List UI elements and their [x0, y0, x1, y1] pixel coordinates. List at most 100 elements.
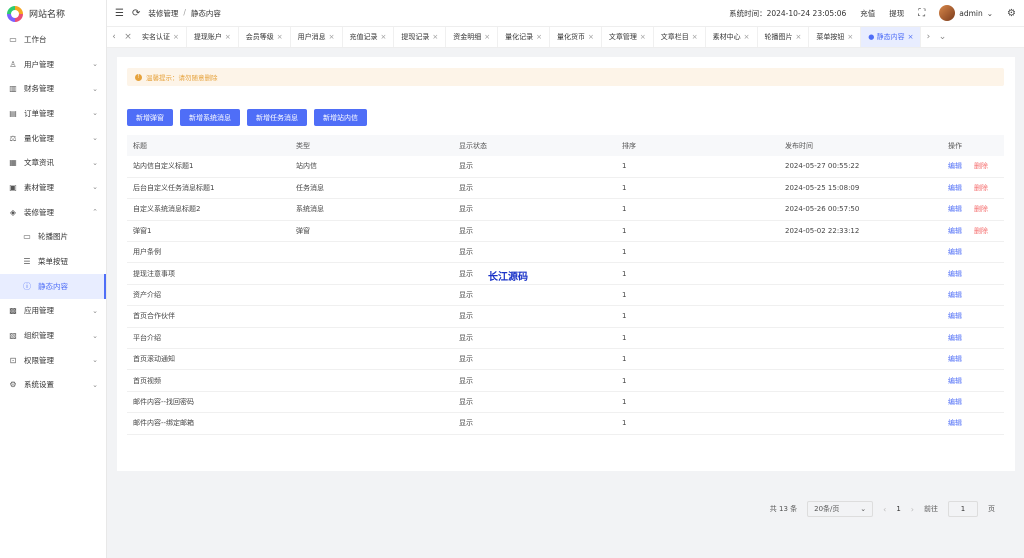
tab-item[interactable]: 实名认证 ×	[135, 27, 187, 47]
sidebar-item[interactable]: ⚖ 量化管理 ⌄	[0, 126, 106, 151]
edit-button[interactable]: 编辑	[948, 270, 962, 278]
tab-item[interactable]: 提现记录 ×	[394, 27, 447, 47]
add-system-message-button[interactable]: 新增系统消息	[180, 109, 240, 126]
cell-actions: 编辑	[942, 391, 1004, 414]
sidebar-item[interactable]: ▦ 文章资讯 ⌄	[0, 150, 106, 175]
close-icon[interactable]: ×	[432, 33, 438, 41]
next-page-icon[interactable]: ›	[911, 505, 914, 514]
sidebar-item[interactable]: ⓘ 静态内容	[0, 273, 106, 299]
edit-button[interactable]: 编辑	[948, 205, 962, 213]
tab-prev-icon[interactable]: ‹	[107, 32, 121, 42]
edit-button[interactable]: 编辑	[948, 355, 962, 363]
edit-button[interactable]: 编辑	[948, 334, 962, 342]
close-icon[interactable]: ×	[173, 33, 179, 41]
sidebar-item[interactable]: ▩ 应用管理 ⌄	[0, 299, 106, 324]
sidebar-item[interactable]: ▭ 轮播图片	[0, 225, 106, 250]
sidebar-item-label: 权限管理	[24, 355, 54, 365]
delete-button[interactable]: 删除	[974, 227, 988, 235]
menu-toggle-icon[interactable]: ☰	[115, 8, 124, 19]
tab-item[interactable]: 菜单按钮 ×	[809, 27, 862, 47]
sidebar-item[interactable]: ▭ 工作台	[0, 27, 106, 52]
page-size-value: 20条/页	[814, 505, 840, 513]
close-icon[interactable]: ×	[484, 33, 490, 41]
edit-button[interactable]: 编辑	[948, 398, 962, 406]
breadcrumb-item[interactable]: 装修管理	[148, 8, 178, 19]
close-icon[interactable]: ×	[536, 33, 542, 41]
edit-button[interactable]: 编辑	[948, 377, 962, 385]
sidebar-item[interactable]: ⚙ 系统设置 ⌄	[0, 373, 106, 398]
sidebar-item[interactable]: ☰ 菜单按钮	[0, 249, 106, 274]
delete-button[interactable]: 删除	[974, 184, 988, 192]
tab-item[interactable]: 量化货币 ×	[550, 27, 602, 47]
cell-actions: 编辑	[942, 262, 1004, 285]
close-icon[interactable]: ×	[329, 33, 335, 41]
close-icon[interactable]: ×	[640, 33, 646, 41]
close-icon[interactable]: ×	[277, 33, 283, 41]
cell-actions: 编辑	[942, 305, 1004, 328]
close-icon[interactable]: ×	[381, 33, 387, 41]
edit-button[interactable]: 编辑	[948, 162, 962, 170]
tab-item[interactable]: 文章管理 ×	[602, 27, 654, 47]
sidebar-item[interactable]: ⊡ 权限管理 ⌄	[0, 348, 106, 373]
org-icon: ▧	[9, 331, 17, 341]
delete-button[interactable]: 删除	[974, 205, 988, 213]
tab-item[interactable]: 量化记录 ×	[498, 27, 550, 47]
cell-actions: 编辑	[942, 348, 1004, 371]
sidebar-item-label: 系统设置	[24, 380, 54, 390]
tab-item[interactable]: 轮播图片 ×	[758, 27, 810, 47]
tab-next-icon[interactable]: ›	[921, 32, 935, 42]
sidebar-item[interactable]: ♙ 用户管理 ⌄	[0, 52, 106, 77]
sidebar-item-label: 订单管理	[24, 108, 54, 118]
close-icon[interactable]: ×	[588, 33, 594, 41]
sidebar-item[interactable]: ▧ 组织管理 ⌄	[0, 323, 106, 348]
user-menu[interactable]: admin ⌄	[939, 5, 993, 21]
sidebar-item[interactable]: ▥ 财务管理 ⌄	[0, 76, 106, 101]
sidebar-item[interactable]: ◈ 装修管理 ⌃	[0, 200, 106, 225]
delete-button[interactable]: 删除	[974, 162, 988, 170]
breadcrumb: 装修管理 / 静态内容	[148, 8, 221, 19]
sidebar-item[interactable]: ▣ 素材管理 ⌄	[0, 175, 106, 200]
info-icon: ⓘ	[23, 281, 31, 291]
edit-button[interactable]: 编辑	[948, 312, 962, 320]
close-icon[interactable]: ×	[225, 33, 231, 41]
withdraw-link[interactable]: 提现	[889, 8, 904, 19]
close-icon[interactable]: ×	[908, 33, 914, 41]
tab-item[interactable]: 用户消息 ×	[291, 27, 343, 47]
tab-item[interactable]: 素材中心 ×	[706, 27, 758, 47]
cell-status: 显示	[453, 391, 616, 414]
refresh-icon[interactable]: ⟳	[132, 8, 140, 19]
prev-page-icon[interactable]: ‹	[883, 505, 886, 514]
add-popup-button[interactable]: 新增弹窗	[127, 109, 173, 126]
tab-item[interactable]: 会员等级 ×	[239, 27, 291, 47]
site-logo[interactable]: 网站名称	[0, 0, 106, 27]
tab-item[interactable]: 资金明细 ×	[446, 27, 499, 47]
gear-icon[interactable]: ⚙	[1007, 8, 1016, 19]
fullscreen-icon[interactable]: ⛶	[918, 8, 925, 19]
add-task-message-button[interactable]: 新增任务消息	[247, 109, 307, 126]
add-site-message-button[interactable]: 新增站内信	[314, 109, 367, 126]
close-icon[interactable]: ×	[847, 33, 853, 41]
edit-button[interactable]: 编辑	[948, 291, 962, 299]
tab-item[interactable]: 提现账户 ×	[187, 27, 239, 47]
tab-item[interactable]: 文章栏目 ×	[654, 27, 706, 47]
close-icon[interactable]: ×	[744, 33, 750, 41]
close-icon[interactable]: ×	[692, 33, 698, 41]
recharge-link[interactable]: 充值	[860, 8, 875, 19]
cell-sort: 1	[616, 391, 779, 414]
edit-button[interactable]: 编辑	[948, 419, 962, 427]
sidebar-item[interactable]: ▤ 订单管理 ⌄	[0, 101, 106, 126]
page-size-select[interactable]: 20条/页 ⌄	[807, 501, 874, 517]
app-icon: ▩	[9, 306, 17, 316]
chevron-down-icon: ⌄	[92, 331, 98, 340]
tab-item[interactable]: 充值记录 ×	[343, 27, 395, 47]
col-actions: 操作	[942, 135, 1004, 156]
edit-button[interactable]: 编辑	[948, 227, 962, 235]
tab-item[interactable]: ● 静态内容 ×	[861, 27, 922, 47]
page-number[interactable]: 1	[896, 505, 900, 513]
edit-button[interactable]: 编辑	[948, 248, 962, 256]
goto-page-input[interactable]: 1	[948, 501, 978, 517]
close-icon[interactable]: ×	[796, 33, 802, 41]
tab-close-all-icon[interactable]: ×	[121, 32, 135, 42]
tab-more-icon[interactable]: ⌄	[935, 32, 949, 42]
edit-button[interactable]: 编辑	[948, 184, 962, 192]
